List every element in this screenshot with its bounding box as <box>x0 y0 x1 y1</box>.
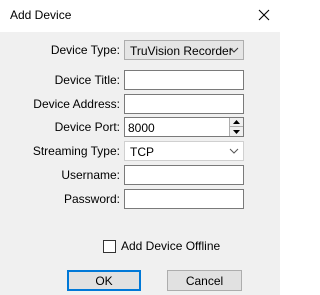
username-input[interactable] <box>125 166 243 184</box>
device-port-row: Device Port: 8000 <box>0 117 280 139</box>
chevron-down-icon <box>229 47 239 53</box>
close-button[interactable] <box>250 1 278 29</box>
add-device-offline-label[interactable]: Add Device Offline <box>121 239 220 253</box>
cancel-button[interactable]: Cancel <box>167 270 242 291</box>
device-type-row: Device Type: TruVision Recorder <box>0 40 280 62</box>
device-port-value: 8000 <box>128 121 155 135</box>
device-title-label: Device Title: <box>54 73 120 87</box>
streaming-type-value: TCP <box>130 145 154 159</box>
password-field-box <box>124 189 244 209</box>
device-address-label: Device Address: <box>33 97 120 111</box>
caret-up-icon <box>233 120 240 124</box>
device-port-spin-buttons <box>229 118 243 136</box>
window-title: Add Device <box>10 8 72 22</box>
streaming-type-row: Streaming Type: TCP <box>0 141 280 163</box>
device-title-row: Device Title: <box>0 70 280 92</box>
spin-up-button[interactable] <box>230 118 243 127</box>
device-type-select[interactable]: TruVision Recorder <box>124 40 244 60</box>
ok-button[interactable]: OK <box>67 270 141 291</box>
title-bar: Add Device <box>0 0 280 32</box>
device-title-field-box <box>124 70 244 90</box>
device-type-label: Device Type: <box>50 43 120 57</box>
device-title-input[interactable] <box>125 71 243 89</box>
device-address-input[interactable] <box>125 95 243 113</box>
chevron-down-icon <box>229 148 239 154</box>
add-device-offline-checkbox[interactable] <box>103 240 116 253</box>
device-port-label: Device Port: <box>54 120 120 134</box>
streaming-type-label: Streaming Type: <box>32 144 120 158</box>
device-address-row: Device Address: <box>0 94 280 116</box>
device-address-field-box <box>124 94 244 114</box>
username-label: Username: <box>61 168 120 182</box>
streaming-type-select[interactable]: TCP <box>124 141 244 161</box>
password-input[interactable] <box>125 190 243 208</box>
password-label: Password: <box>63 192 120 206</box>
device-port-stepper[interactable]: 8000 <box>124 117 244 137</box>
caret-down-icon <box>233 129 240 134</box>
device-type-value: TruVision Recorder <box>130 44 233 58</box>
username-row: Username: <box>0 165 280 187</box>
password-row: Password: <box>0 189 280 211</box>
username-field-box <box>124 165 244 185</box>
spin-down-button[interactable] <box>230 127 243 136</box>
close-icon <box>258 9 270 21</box>
